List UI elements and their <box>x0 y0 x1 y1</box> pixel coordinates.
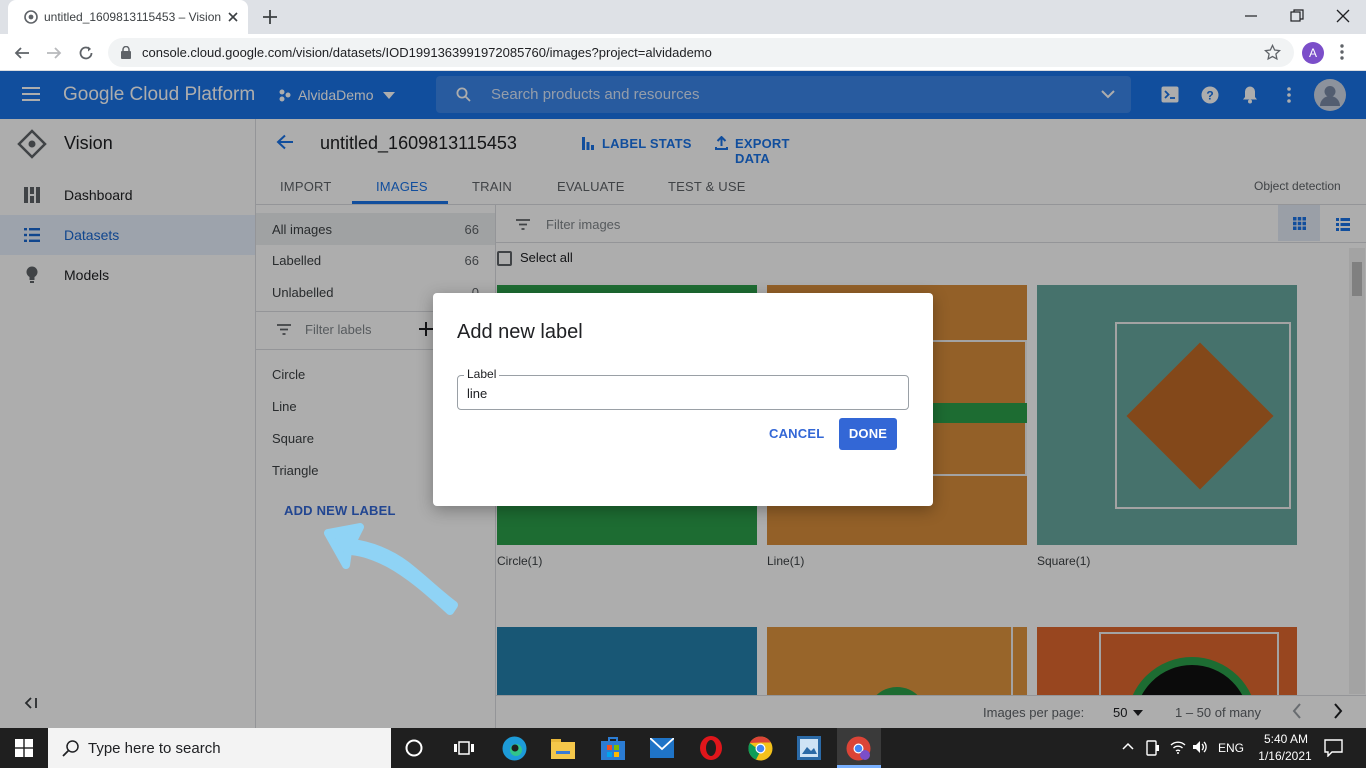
address-bar[interactable]: console.cloud.google.com/vision/datasets… <box>108 38 1294 67</box>
label-field-value: line <box>467 386 488 401</box>
new-tab-icon[interactable] <box>261 8 279 26</box>
cortana-icon[interactable] <box>405 739 423 757</box>
lock-icon <box>120 46 132 59</box>
cancel-button[interactable]: CANCEL <box>769 426 824 441</box>
file-explorer-icon[interactable] <box>551 737 575 759</box>
done-button[interactable]: DONE <box>839 418 897 450</box>
browser-tab-title: untitled_1609813115453 – Vision <box>44 10 222 24</box>
browser-toolbar: console.cloud.google.com/vision/datasets… <box>0 34 1366 71</box>
back-arrow-icon[interactable] <box>13 44 31 62</box>
browser-menu-icon[interactable] <box>1340 43 1344 61</box>
opera-icon[interactable] <box>699 736 723 760</box>
restore-window-icon[interactable] <box>1289 8 1305 24</box>
notification-center-icon[interactable] <box>1324 739 1343 757</box>
show-hidden-icons-chevron-icon[interactable] <box>1122 742 1134 750</box>
close-tab-icon[interactable] <box>226 10 240 24</box>
store-icon[interactable] <box>601 736 625 760</box>
windows-start-icon[interactable] <box>15 739 33 757</box>
task-view-icon[interactable] <box>454 739 474 757</box>
clock-date[interactable]: 1/16/2021 <box>1252 749 1318 763</box>
search-icon <box>62 739 80 757</box>
volume-icon[interactable] <box>1192 740 1208 754</box>
mail-icon[interactable] <box>650 738 674 758</box>
chrome-favicon-icon <box>24 10 38 24</box>
chrome-profile-icon <box>846 736 871 761</box>
active-app-highlight[interactable] <box>837 728 881 768</box>
browser-tab[interactable]: untitled_1609813115453 – Vision <box>8 0 248 34</box>
taskbar-search-box[interactable]: Type here to search <box>48 728 391 768</box>
minimize-window-icon[interactable] <box>1243 8 1259 24</box>
label-field[interactable]: Label line <box>457 367 909 410</box>
annotation-arrow <box>318 515 460 621</box>
bookmark-star-icon[interactable] <box>1264 44 1281 61</box>
taskbar-search-placeholder: Type here to search <box>88 740 221 757</box>
photos-app-icon[interactable] <box>797 736 821 760</box>
label-field-caption: Label <box>464 367 500 381</box>
add-label-dialog: Add new label Label line CANCEL DONE <box>433 293 933 506</box>
windows-taskbar: Type here to search ENG 5:40 AM 1/16/202… <box>0 728 1366 768</box>
chrome-icon[interactable] <box>748 736 773 761</box>
language-indicator[interactable]: ENG <box>1218 741 1244 755</box>
device-icon[interactable] <box>1146 740 1160 756</box>
reload-icon[interactable] <box>77 44 95 62</box>
close-window-icon[interactable] <box>1335 8 1351 24</box>
url-text: console.cloud.google.com/vision/datasets… <box>142 45 712 60</box>
edge-browser-icon[interactable] <box>502 736 527 761</box>
forward-arrow-icon[interactable] <box>45 44 63 62</box>
wifi-icon[interactable] <box>1170 740 1186 754</box>
profile-avatar[interactable]: A <box>1302 42 1324 64</box>
dialog-title: Add new label <box>457 321 583 343</box>
clock-time[interactable]: 5:40 AM <box>1258 732 1314 746</box>
browser-tab-strip: untitled_1609813115453 – Vision <box>0 0 1366 34</box>
